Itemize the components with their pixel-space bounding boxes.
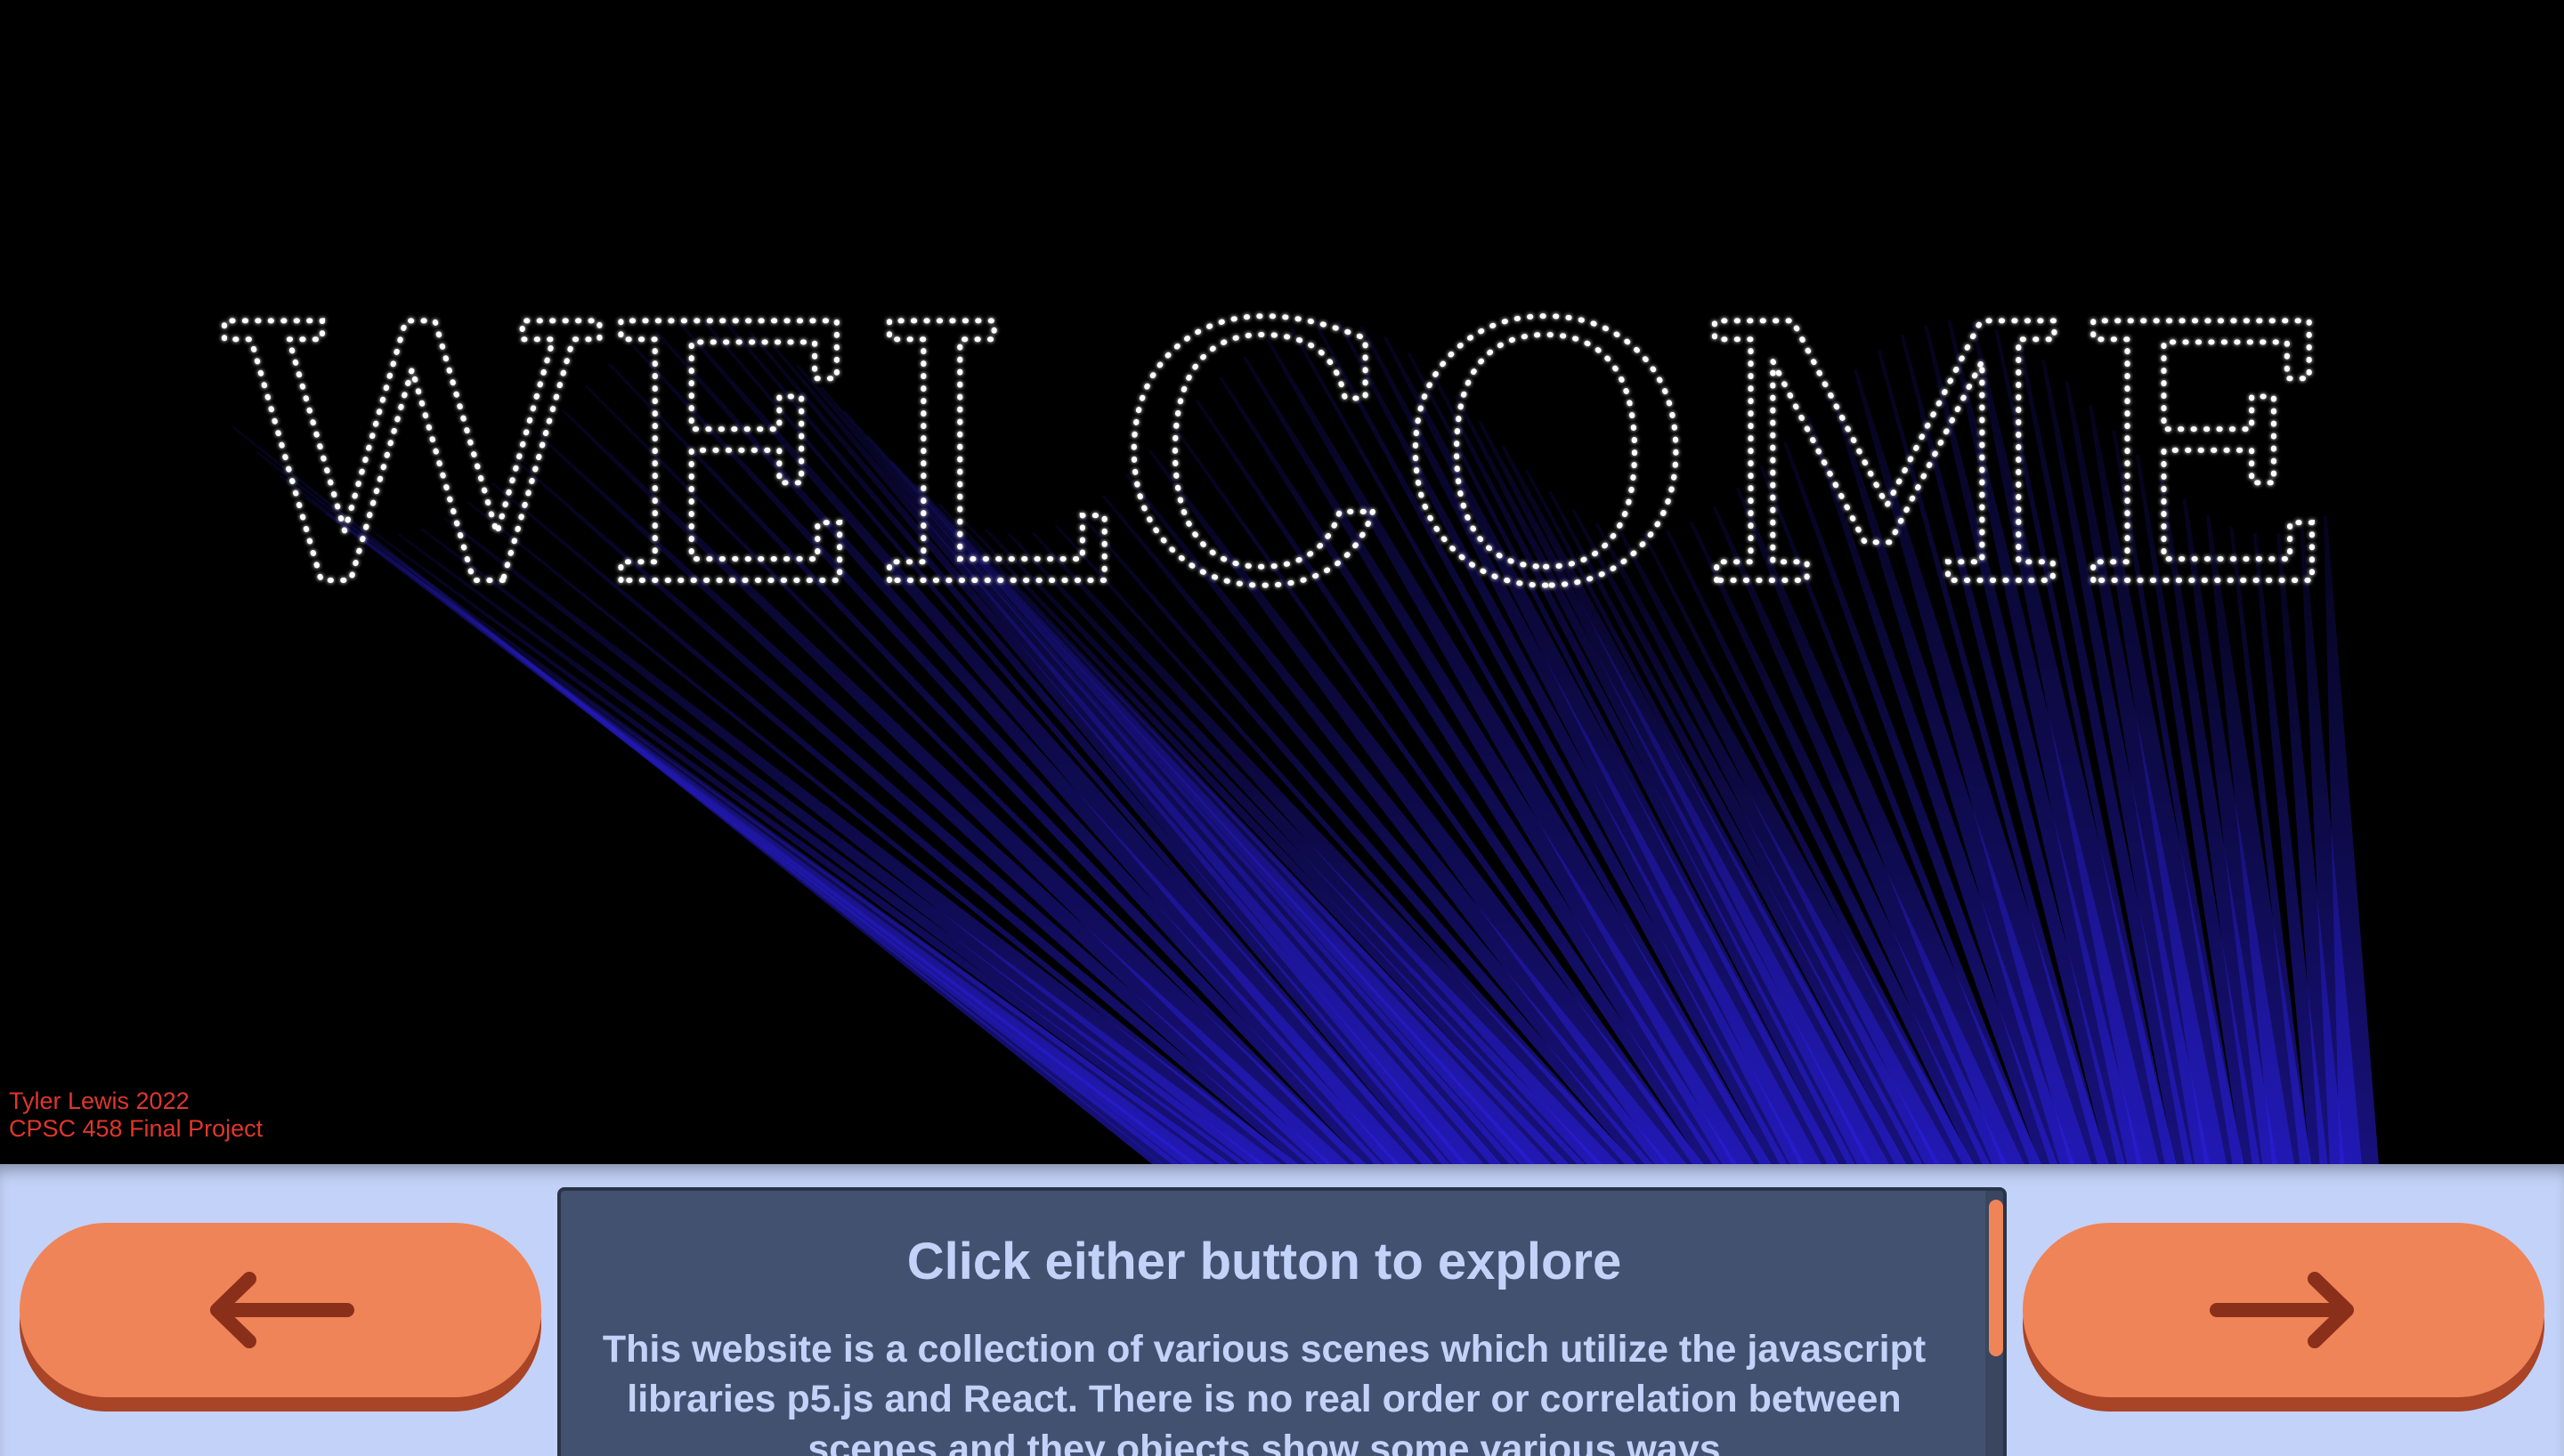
info-title: Click either button to explore — [906, 1233, 1622, 1290]
info-panel: Click either button to explore This webs… — [557, 1187, 2007, 1456]
credits: Tyler Lewis 2022 CPSC 458 Final Project — [9, 1088, 263, 1143]
credits-course: CPSC 458 Final Project — [9, 1115, 264, 1142]
next-scene-button[interactable] — [2023, 1223, 2544, 1397]
previous-scene-button[interactable] — [20, 1223, 541, 1397]
credits-author: Tyler Lewis 2022 — [9, 1088, 190, 1114]
bottom-control-bar: Click either button to explore This webs… — [0, 1164, 2564, 1456]
info-body: This website is a collection of various … — [602, 1328, 1927, 1456]
arrow-left-icon — [210, 1272, 354, 1348]
welcome-dotted-text: WELCOME — [220, 248, 2344, 667]
p5-canvas: WELCOME Tyler Lewis 2022 CPSC 458 Final … — [0, 0, 2564, 1164]
info-scrollbar-thumb[interactable] — [1989, 1200, 2003, 1356]
arrow-right-icon — [2210, 1272, 2354, 1348]
welcome-text: WELCOME — [223, 251, 2341, 665]
